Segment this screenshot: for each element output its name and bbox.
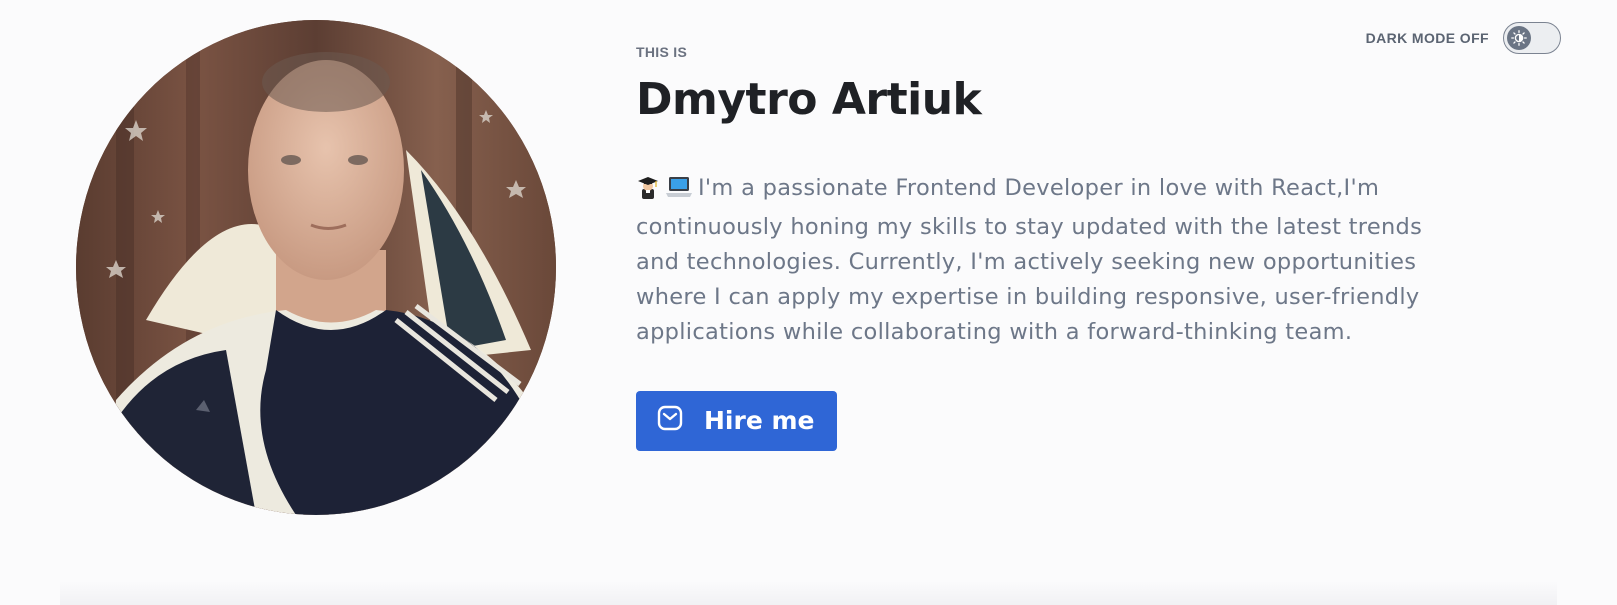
sun-icon	[1507, 26, 1531, 50]
hire-me-label: Hire me	[704, 406, 815, 436]
hero-content: THIS IS Dmytro Artiuk I'm a passionate F…	[636, 44, 1456, 451]
hero-eyebrow: THIS IS	[636, 44, 688, 60]
hero-name: Dmytro Artiuk	[636, 74, 982, 125]
hero-bio-text: I'm a passionate Frontend Developer in l…	[636, 174, 1423, 345]
hire-me-button[interactable]: Hire me	[636, 390, 837, 451]
hero-bio: I'm a passionate Frontend Developer in l…	[636, 171, 1456, 350]
dark-mode-toggle[interactable]	[1503, 22, 1561, 54]
profile-photo	[76, 20, 556, 515]
graduate-emoji	[636, 175, 660, 210]
mail-icon	[656, 404, 684, 438]
laptop-emoji	[666, 175, 692, 210]
section-divider	[60, 581, 1557, 605]
profile-photo-illustration	[76, 20, 556, 515]
page: DARK MODE OFF THIS IS Dmytro Artiuk I'm …	[0, 0, 1617, 605]
